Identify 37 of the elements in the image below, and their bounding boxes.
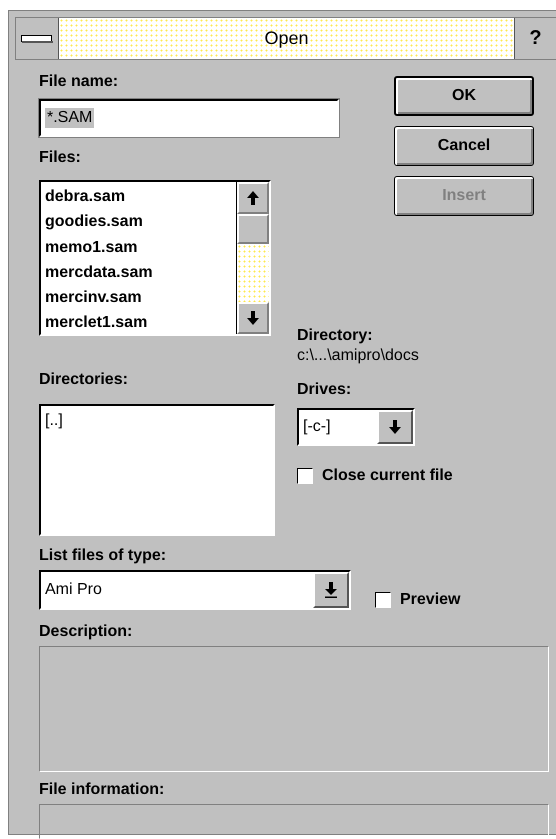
files-list[interactable]: debra.sam goodies.sam memo1.sam mercdata.sam mercinv.sam merclet1.sam xyxy=(39,180,271,336)
checkbox-label: Preview xyxy=(400,590,460,610)
description-label: Description: xyxy=(39,622,132,642)
file-type-label: List files of type: xyxy=(39,546,166,566)
file-type-dropdown[interactable]: Ami Pro xyxy=(39,570,351,610)
directory-item[interactable]: [..] xyxy=(45,408,269,434)
directory-label: Directory: xyxy=(297,326,373,346)
up-arrow-icon xyxy=(247,191,259,205)
dialog-button[interactable]: Cancel xyxy=(394,126,534,166)
file-item[interactable]: mercdata.sam xyxy=(45,260,232,286)
down-arrow-icon xyxy=(247,311,259,325)
file-name-label: File name: xyxy=(39,72,118,92)
directories-label: Directories: xyxy=(39,370,128,390)
directories-list[interactable]: [..] xyxy=(39,404,275,536)
preview-checkbox[interactable]: Preview xyxy=(375,590,460,610)
scroll-thumb[interactable] xyxy=(237,214,269,244)
minus-icon xyxy=(21,34,53,42)
file-item[interactable]: mercinv.sam xyxy=(45,285,232,310)
file-name-field[interactable]: *.SAM xyxy=(39,99,339,137)
scrollbar[interactable] xyxy=(236,182,269,334)
file-item[interactable]: memo1.sam xyxy=(45,234,232,260)
down-arrow-icon xyxy=(325,582,337,598)
checkbox-label: Close current file xyxy=(322,466,453,486)
file-item[interactable]: merclet1.sam xyxy=(45,310,232,336)
file-item[interactable]: debra.sam xyxy=(45,184,232,210)
file-information-label: File information: xyxy=(39,780,164,800)
scroll-down-button[interactable] xyxy=(237,302,269,334)
directory-path: c:\...\amipro\docs xyxy=(297,346,419,366)
dialog-button[interactable]: OK xyxy=(394,76,534,116)
close-current-file-checkbox[interactable]: Close current file xyxy=(297,466,453,486)
down-arrow-icon xyxy=(389,420,401,434)
scroll-up-button[interactable] xyxy=(237,182,269,214)
files-label: Files: xyxy=(39,148,81,168)
window-title: Open xyxy=(59,18,514,59)
drives-label: Drives: xyxy=(297,380,352,400)
drives-dropdown[interactable]: [-c-] xyxy=(297,408,415,446)
file-item[interactable]: goodies.sam xyxy=(45,209,232,235)
